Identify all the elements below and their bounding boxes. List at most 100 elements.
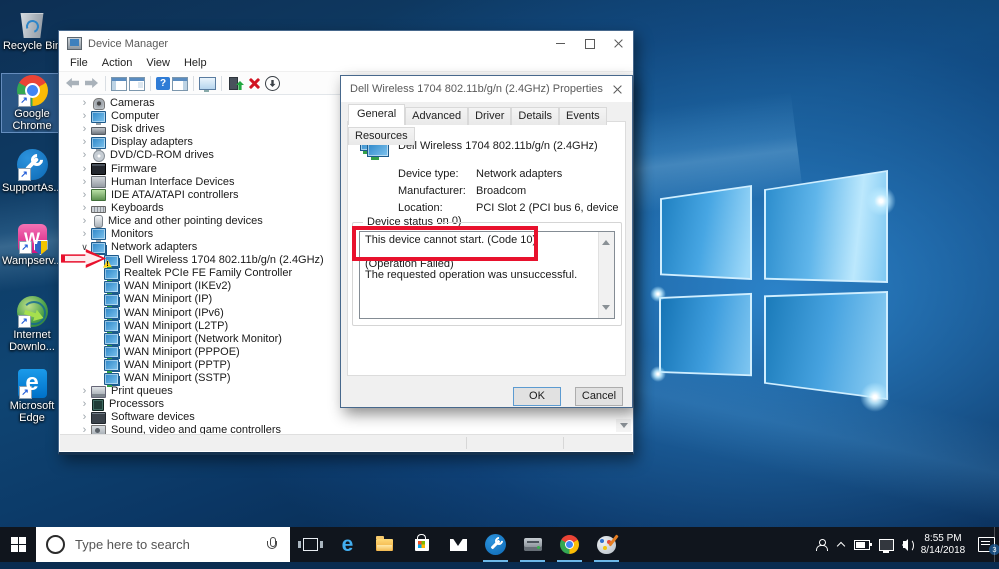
dialog-titlebar[interactable]: Dell Wireless 1704 802.11b/g/n (2.4GHz) … bbox=[341, 76, 632, 102]
status-scrollbar[interactable] bbox=[598, 232, 614, 318]
desktop-icon-label: SupportAs... bbox=[2, 182, 63, 194]
network-icon bbox=[104, 280, 119, 295]
chevron-collapsed-icon[interactable]: › bbox=[78, 137, 91, 148]
chevron-collapsed-icon[interactable]: › bbox=[78, 399, 91, 410]
device-field-row: Manufacturer: Broadcom bbox=[398, 185, 619, 202]
menu-file[interactable]: File bbox=[63, 56, 95, 71]
tab-details[interactable]: Details bbox=[511, 107, 560, 125]
uninstall-device-icon[interactable] bbox=[246, 75, 263, 91]
edge-glyph-icon bbox=[342, 534, 354, 556]
taskbar-icon-supportassist[interactable] bbox=[477, 527, 514, 562]
chevron-collapsed-icon[interactable]: › bbox=[78, 425, 91, 434]
chevron-collapsed-icon[interactable]: › bbox=[78, 202, 91, 214]
network-icon bbox=[104, 267, 119, 282]
action-center-icon[interactable]: 3 bbox=[978, 537, 999, 555]
dialog-close-button[interactable] bbox=[603, 76, 632, 102]
taskbar-icon-paint[interactable] bbox=[588, 527, 625, 562]
start-button[interactable] bbox=[0, 527, 36, 562]
chevron-collapsed-icon[interactable]: › bbox=[78, 150, 91, 161]
tray-clock[interactable]: 8:55 PM 8/14/2018 bbox=[917, 533, 969, 557]
tree-item-label: WAN Miniport (Network Monitor) bbox=[124, 332, 282, 345]
tree-item-label: WAN Miniport (IPv6) bbox=[124, 306, 224, 319]
taskbar-icon-task-view[interactable] bbox=[292, 527, 329, 562]
device-pointer-arrow bbox=[61, 249, 106, 268]
show-hidden-icons-chevron[interactable] bbox=[837, 541, 845, 549]
tree-item[interactable]: › Sound, video and game controllers bbox=[60, 424, 632, 434]
chevron-collapsed-icon[interactable]: › bbox=[78, 98, 91, 109]
desktop-icon-idm[interactable]: Internet Downlo... bbox=[2, 295, 62, 353]
tree-item-label: Keyboards bbox=[111, 201, 164, 214]
disable-device-icon[interactable] bbox=[265, 76, 280, 91]
forward-icon[interactable] bbox=[83, 75, 100, 91]
search-input[interactable] bbox=[73, 536, 267, 553]
desktop-icon-recycle-bin[interactable]: Recycle Bin bbox=[2, 6, 62, 52]
chevron-collapsed-icon[interactable]: › bbox=[78, 215, 91, 227]
idm-icon bbox=[16, 296, 48, 328]
taskbar-icon-system-console[interactable] bbox=[514, 527, 551, 562]
chevron-collapsed-icon[interactable]: › bbox=[78, 412, 91, 423]
device-manager-titlebar[interactable]: Device Manager bbox=[59, 31, 633, 56]
volume-icon[interactable] bbox=[902, 538, 914, 552]
menu-view[interactable]: View bbox=[139, 56, 177, 71]
taskbar-icon-mail[interactable] bbox=[440, 527, 477, 562]
dialog-title: Dell Wireless 1704 802.11b/g/n (2.4GHz) … bbox=[350, 83, 603, 95]
tab-driver[interactable]: Driver bbox=[468, 107, 512, 125]
chevron-collapsed-icon[interactable]: › bbox=[78, 228, 91, 240]
ok-button[interactable]: OK bbox=[513, 387, 561, 406]
taskbar-icon-chrome[interactable] bbox=[551, 527, 588, 562]
action-pane-icon[interactable] bbox=[172, 76, 188, 91]
chevron-collapsed-icon[interactable]: › bbox=[78, 163, 91, 175]
minimize-button[interactable] bbox=[546, 31, 575, 56]
print-icon bbox=[91, 385, 106, 398]
menu-help[interactable]: Help bbox=[177, 56, 214, 71]
taskbar-icon-file-explorer[interactable] bbox=[366, 527, 403, 562]
status-divider bbox=[563, 437, 564, 449]
show-tree-icon[interactable] bbox=[111, 76, 127, 91]
field-label: Manufacturer: bbox=[398, 185, 466, 197]
tab-events[interactable]: Events bbox=[559, 107, 607, 125]
field-value: Broadcom bbox=[476, 185, 527, 197]
people-icon[interactable] bbox=[816, 538, 828, 551]
back-icon[interactable] bbox=[64, 75, 81, 91]
tree-item-label: Human Interface Devices bbox=[111, 175, 235, 188]
tree-item[interactable]: › Software devices bbox=[60, 411, 632, 424]
menu-bar: File Action View Help bbox=[59, 56, 633, 71]
device-fields: Device type: Network adapters Manufacturer… bbox=[398, 168, 619, 227]
desktop-icon-wampserver[interactable]: Wampserv... bbox=[2, 222, 63, 267]
tree-item-label: Realtek PCIe FE Family Controller bbox=[124, 267, 293, 280]
desktop-icon-edge[interactable]: Microsoft Edge bbox=[2, 367, 62, 424]
chrome-glyph-icon bbox=[560, 535, 579, 554]
desktop-icon-supportassist[interactable]: SupportAs... bbox=[2, 148, 63, 194]
chevron-collapsed-icon[interactable]: › bbox=[78, 176, 91, 188]
chevron-collapsed-icon[interactable]: › bbox=[78, 111, 91, 122]
update-driver-icon[interactable] bbox=[227, 75, 244, 91]
close-button[interactable] bbox=[604, 31, 633, 56]
taskbar-icon-edge[interactable] bbox=[329, 527, 366, 562]
help-icon[interactable] bbox=[156, 77, 170, 90]
tab-advanced[interactable]: Advanced bbox=[405, 107, 469, 125]
supportassist-icon bbox=[16, 149, 48, 181]
scan-icon[interactable] bbox=[199, 77, 216, 92]
properties-icon[interactable] bbox=[129, 76, 145, 91]
microphone-icon[interactable] bbox=[267, 537, 277, 552]
battery-icon[interactable] bbox=[854, 539, 872, 550]
chevron-collapsed-icon[interactable]: › bbox=[78, 386, 91, 397]
network-tray-icon[interactable] bbox=[879, 538, 894, 553]
shortcut-arrow-icon bbox=[18, 241, 32, 254]
tab-resources[interactable]: Resources bbox=[348, 127, 415, 145]
menu-action[interactable]: Action bbox=[95, 56, 140, 71]
windows-logo-pane bbox=[764, 170, 888, 283]
chevron-collapsed-icon[interactable]: › bbox=[78, 124, 91, 135]
status-bar bbox=[60, 434, 632, 451]
cancel-button[interactable]: Cancel bbox=[575, 387, 623, 406]
taskbar-search[interactable] bbox=[36, 527, 290, 562]
show-desktop-button[interactable] bbox=[994, 527, 999, 562]
desktop-icon-google-chrome[interactable]: Google Chrome bbox=[1, 73, 63, 133]
scroll-down-button[interactable] bbox=[616, 419, 631, 432]
chevron-collapsed-icon[interactable]: › bbox=[78, 189, 91, 201]
toolbar-divider bbox=[193, 75, 194, 91]
taskbar-icon-store[interactable] bbox=[403, 527, 440, 562]
maximize-button[interactable] bbox=[575, 31, 604, 56]
tab-general[interactable]: General bbox=[348, 104, 406, 125]
task-view-glyph-icon bbox=[298, 538, 323, 551]
